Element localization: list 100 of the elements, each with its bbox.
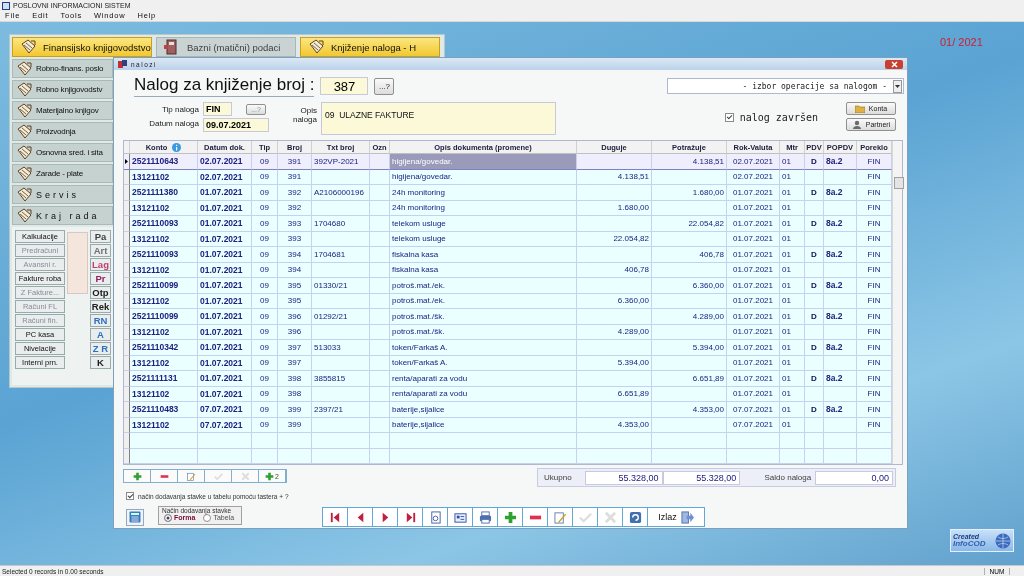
table-cell: 09 [252,262,278,278]
table-row[interactable]: 13121102 01.07.2021 09 397 token/Farkaš A. 5.394,00 01.07.2021 01 FIN [124,355,892,371]
quick-button[interactable]: Pr [90,272,111,285]
quick-button[interactable]: RN [90,314,111,327]
table-cell: D [805,309,824,325]
table-cell: 01 [780,169,805,185]
empty-cell [805,433,824,449]
table-row[interactable]: 2521110099 01.07.2021 09 395 01330/21 potroš.mat./ek. 6.360,00 01.07.2021 01 D 8a.2 FIN [124,278,892,294]
table-cell: 01.07.2021 [727,278,780,294]
table-row[interactable]: 2521110643 02.07.2021 09 391 392VP-2021 higijena/govedar. 4.138,51 02.07.2021 01 D 8a.2 FIN [124,154,892,170]
empty-cell [370,386,390,402]
menu-button[interactable]: Osnovna sred. i sita [12,143,113,162]
period-label: 01/ 2021 [940,36,983,48]
module-tab[interactable]: Knjiženje naloga - H [300,37,440,57]
clipboard-icon [15,144,33,161]
table-cell: D [805,247,824,263]
table-cell: 01 [780,247,805,263]
type-field[interactable]: FIN [203,102,232,116]
field-label: Datum naloga [149,119,199,128]
table-cell: 01.07.2021 [198,309,252,325]
balance-field: 0,00 [815,470,893,485]
table-row[interactable]: 2521111380 01.07.2021 09 392 A2106000196 24h monitoring 1.680,00 01.07.2021 01 D 8a.2 FIN [124,185,892,201]
table-row[interactable]: 2521110093 01.07.2021 09 393 1704680 telekom usluge 22.054,82 01.07.2021 01 D 8a.2 FIN [124,216,892,232]
empty-cell [312,293,370,309]
quick-button[interactable]: Lag [90,258,111,271]
empty-cell [824,355,857,371]
table-row[interactable]: 13121102 07.07.2021 09 399 baterije,sijalice 4.353,00 07.07.2021 01 FIN [124,417,892,433]
table-row[interactable]: 13121102 02.07.2021 09 391 higijena/govedar. 4.138,51 02.07.2021 01 FIN [124,169,892,185]
module-tab[interactable]: Bazni (matični) podaci [156,37,296,57]
table-cell: 09 [252,216,278,232]
row-pointer-icon [125,158,128,164]
empty-cell [312,169,370,185]
close-button[interactable] [885,59,903,69]
table-cell: 406,78 [652,247,727,263]
radio-button[interactable] [203,513,212,522]
checkbox[interactable] [724,113,734,122]
description-field[interactable]: 09 ULAZNE FAKTURE [321,102,556,135]
table-cell: potroš.mat./šk. [390,309,577,325]
scroll-thumb[interactable] [894,177,904,189]
quick-button[interactable]: Art [90,244,111,257]
calculator-button[interactable] [126,508,144,526]
table-row[interactable]: 13121102 01.07.2021 09 394 fiskalna kasa 406,78 01.07.2021 01 FIN [124,262,892,278]
quick-button[interactable]: A [90,328,111,341]
table-cell: 01 [780,309,805,325]
empty-cell [312,448,370,464]
table-row[interactable]: 2521111131 01.07.2021 09 398 3855815 renta/aparati za vodu 6.651,89 01.07.2021 01 D 8a.2 FIN [124,371,892,387]
lookup-button[interactable]: ...? [374,77,395,95]
empty-cell [370,433,390,449]
operation-dropdown[interactable]: - izbor operacije sa nalogom - [667,78,904,94]
table-cell: 01.07.2021 [198,262,252,278]
table-cell: D [805,340,824,356]
quick-button[interactable]: K [90,356,111,369]
field-label: Opis naloga [291,105,317,124]
table-cell: 4.289,00 [577,324,652,340]
table-row[interactable]: 2521110483 07.07.2021 09 399 2397/21 baterije,sijalice 4.353,00 07.07.2021 01 D 8a.2 FIN [124,402,892,418]
table-cell: 2521110483 [130,402,198,418]
number-field[interactable]: 387 [320,77,369,95]
table-row[interactable]: 13121102 01.07.2021 09 396 potroš.mat./šk. 4.289,00 01.07.2021 01 FIN [124,324,892,340]
table-cell: 13121102 [130,324,198,340]
menu-button[interactable]: Servis [12,185,113,204]
menu-button[interactable]: Robno-finans. poslo [12,59,113,78]
table-cell: 13121102 [130,200,198,216]
table-cell: 09 [252,185,278,201]
table-row[interactable]: 2521110093 01.07.2021 09 394 1704681 fiskalna kasa 406,78 01.07.2021 01 D 8a.2 FIN [124,247,892,263]
table-row[interactable]: 2521110342 01.07.2021 09 397 513033 token/Farkaš A. 5.394,00 01.07.2021 01 D 8a.2 FIN [124,340,892,356]
empty-cell [824,433,857,449]
table-row[interactable]: 13121102 01.07.2021 09 398 renta/aparati za vodu 6.651,89 01.07.2021 01 FIN [124,386,892,402]
quick-button[interactable]: Pa [90,230,111,243]
table-cell: 02.07.2021 [198,154,252,170]
table-row[interactable]: 13121102 01.07.2021 09 392 24h monitoring 1.680,00 01.07.2021 01 FIN [124,200,892,216]
table-row[interactable]: 13121102 01.07.2021 09 393 telekom usluge 22.054,82 01.07.2021 01 FIN [124,231,892,247]
table-cell: token/Farkaš A. [390,340,577,356]
empty-cell [198,448,252,464]
module-tab[interactable]: Finansijsko knjigovodstvo [12,37,152,57]
table-cell: 01 [780,262,805,278]
empty-cell [278,433,312,449]
add-button[interactable] [124,470,151,482]
menu-button[interactable]: Zarade - plate [12,164,113,183]
table-cell: 2521111380 [130,185,198,201]
table-cell: D [805,185,824,201]
radio-button[interactable] [164,513,172,522]
quick-button[interactable]: Otp [90,286,111,299]
table-cell: 13121102 [130,355,198,371]
quick-button[interactable]: Rek [90,300,111,313]
table-cell: 01.07.2021 [198,324,252,340]
quick-button[interactable]: Z R [90,342,111,355]
scrollbar[interactable] [892,141,902,464]
edit-button[interactable] [178,470,205,482]
empty-cell [824,448,857,464]
date-field[interactable]: 09.07.2021 [203,118,269,132]
menu-button[interactable]: Robno knjigovodstv [12,80,113,99]
exit-button[interactable]: Izlaz [648,508,705,526]
table-row[interactable]: 13121102 01.07.2021 09 395 potroš.mat./ek. 6.360,00 01.07.2021 01 FIN [124,293,892,309]
menu-button[interactable]: Materijalno knjigov [12,101,113,120]
menu-button[interactable]: Proizvodnja [12,122,113,141]
checkbox[interactable] [126,492,134,500]
table-row[interactable]: 2521110099 01.07.2021 09 396 01292/21 potroš.mat./šk. 4.289,00 01.07.2021 01 D 8a.2 FIN [124,309,892,325]
menu-button[interactable]: Kraj rada [12,206,113,225]
remove-button[interactable] [151,470,178,482]
table-cell: 394 [278,262,312,278]
